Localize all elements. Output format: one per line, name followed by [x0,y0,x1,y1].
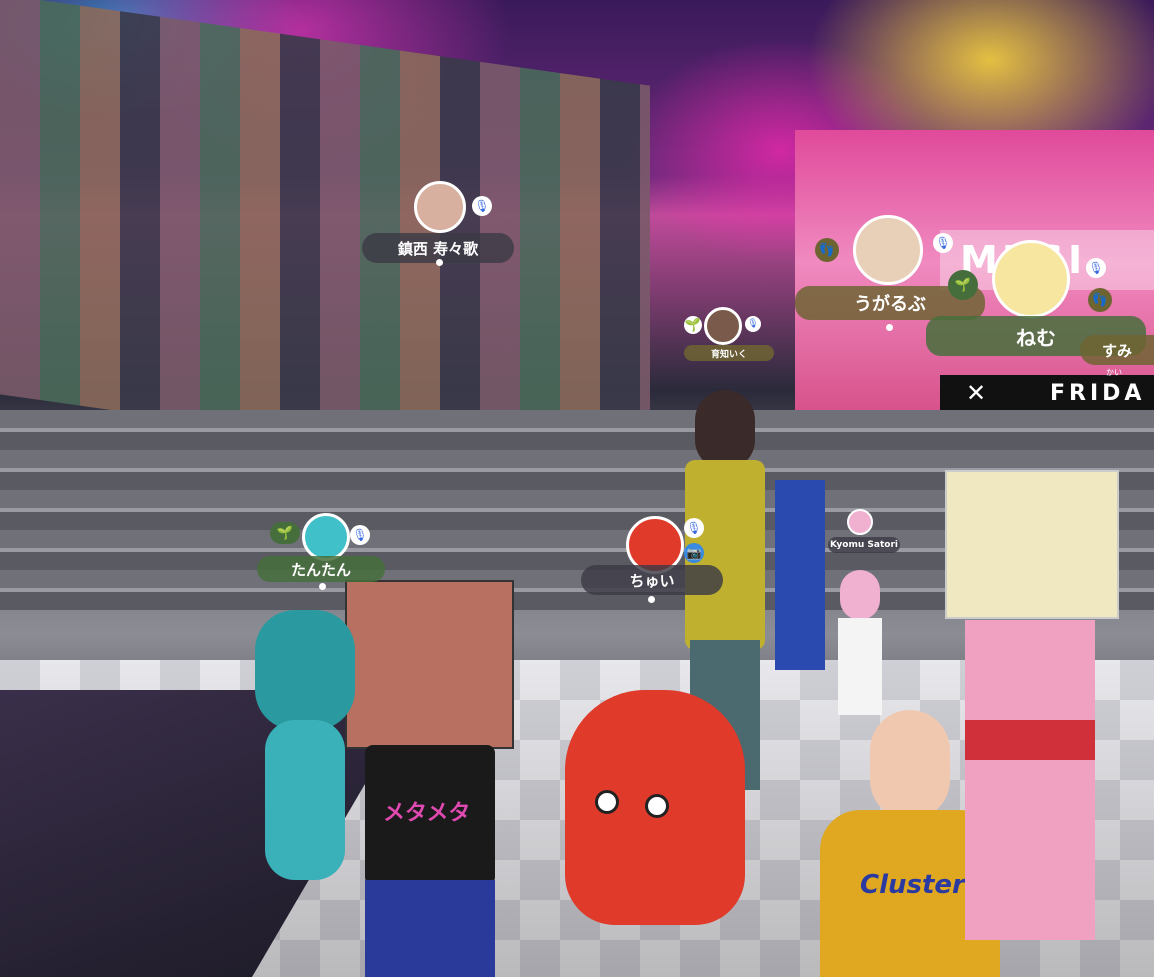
stage-friday-text: FRIDA [1050,381,1146,406]
avatar-photo-head-blackshirt[interactable]: メタメタ [340,580,520,977]
nameplate-pointer-dot [436,259,443,266]
mic-muted-icon: 🎙 [1086,258,1106,278]
sprout-icon: 🌱 [684,316,702,334]
stage-friday-bar: FRIDA ✕ [940,375,1154,415]
avatar-teal-cat[interactable] [255,610,365,880]
player-avatar-ikuchi[interactable] [704,307,742,345]
sprout-icon: 🌱 [270,522,300,544]
player-avatar-chinzei[interactable] [414,181,466,233]
player-avatar-tantan[interactable] [302,513,350,561]
nameplate-label: Kyomu Satori [830,540,898,550]
nameplate-sumi[interactable]: すみ [1080,335,1154,365]
nameplate-kai[interactable]: かい [1106,367,1122,378]
nameplate-pointer-dot [886,324,893,331]
footprints-icon: 👣 [815,238,839,262]
footprints-icon: 👣 [1088,288,1112,312]
mic-muted-icon: 🎙 [745,316,761,332]
shirt-logo-text: メタメタ [383,801,471,826]
nameplate-label: すみ [1101,341,1132,360]
nameplate-label: うがるぶ [854,294,926,315]
camera-icon: 📷 [684,543,704,563]
sprout-icon: 🌱 [948,270,978,300]
nameplate-label: ねむ [1016,325,1056,350]
nameplate-kyomu[interactable]: Kyomu Satori [828,537,900,553]
virtual-venue-scene: MUSI FRIDA ✕ メタメタ Cluster [0,0,1154,977]
nameplate-chui[interactable]: ちゅい [581,565,723,595]
mic-muted-icon: 🎙 [684,518,704,538]
nameplate-pointer-dot [319,583,326,590]
close-x-icon: ✕ [966,379,987,407]
nameplate-ikuchi[interactable]: 育知いく [684,345,774,361]
player-avatar-kyomu[interactable] [847,509,873,535]
mic-muted-icon: 🎙 [472,196,492,216]
avatar-pink-heart-pajamas[interactable] [940,470,1120,950]
nameplate-label: ちゅい [629,571,675,590]
nameplate-tantan[interactable]: たんたん [257,556,385,582]
nameplate-pointer-dot [648,596,655,603]
mic-muted-icon: 🎙 [933,233,953,253]
avatar-pink-hair-girl[interactable] [830,570,890,715]
player-avatar-ugarubu[interactable] [853,215,923,285]
nameplate-label: 育知いく [710,349,747,360]
avatar-blue-robot[interactable] [765,470,835,670]
player-avatar-nemu[interactable] [992,240,1070,318]
nameplate-label: 鎮西 寿々歌 [397,239,479,258]
avatar-red-tomato[interactable] [565,680,750,925]
mic-muted-icon: 🎙 [350,525,370,545]
nameplate-label: たんたん [290,560,351,579]
